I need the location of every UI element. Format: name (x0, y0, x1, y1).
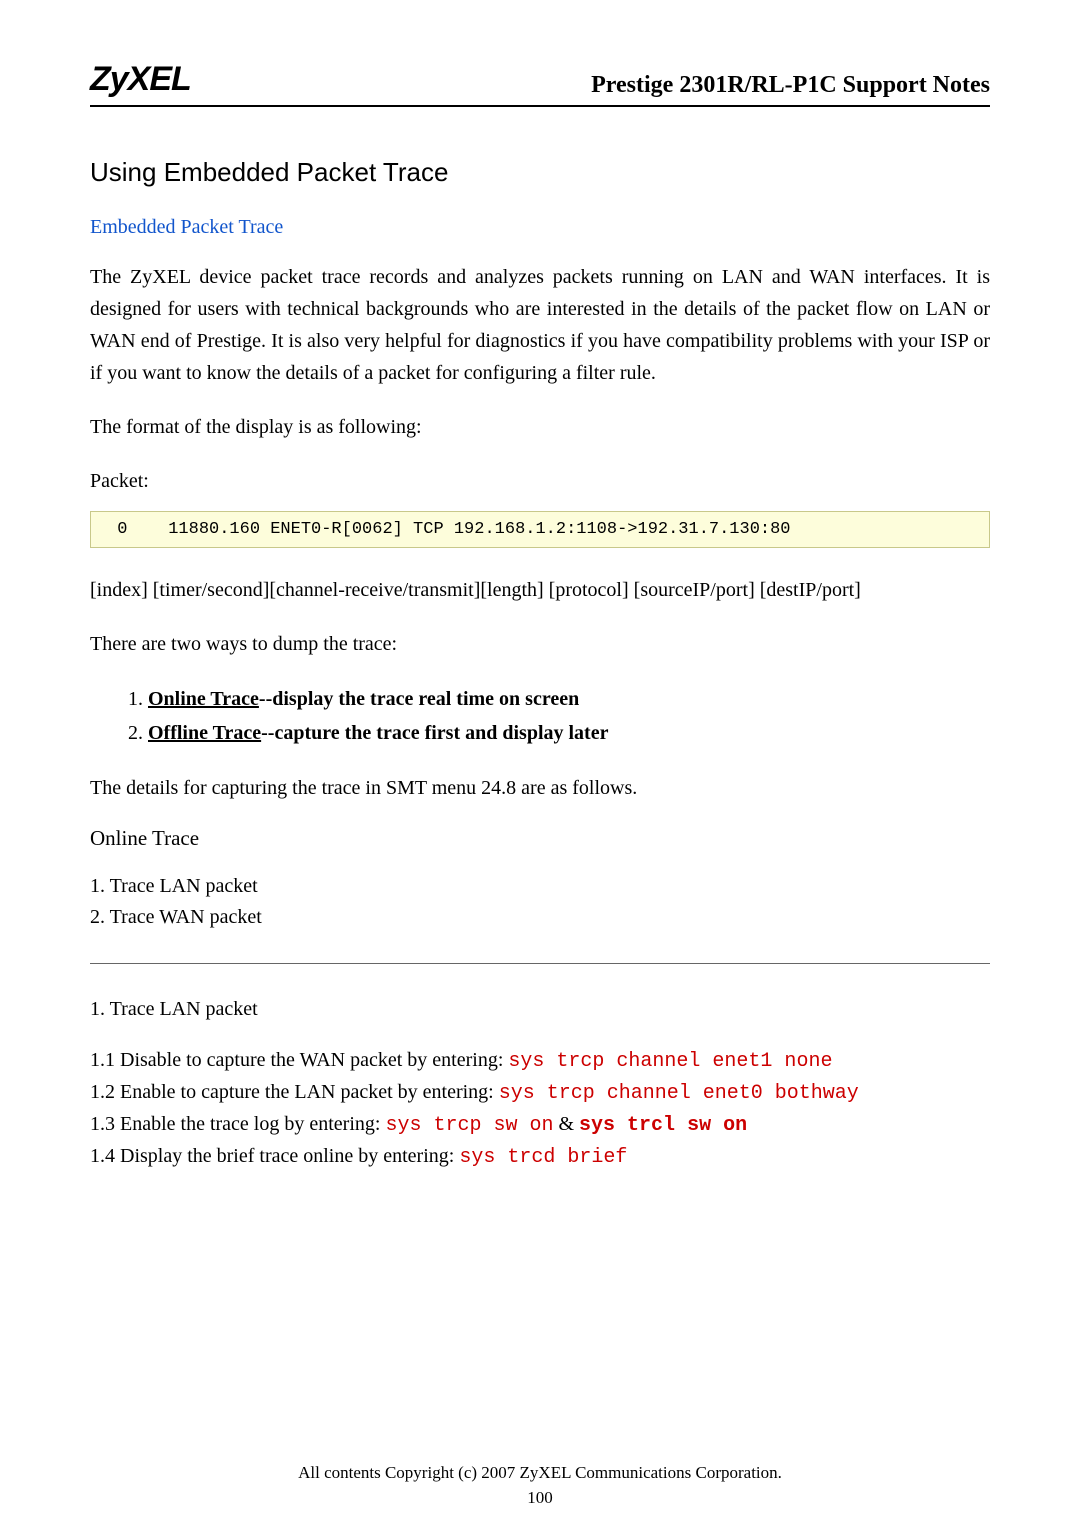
ampersand: & (553, 1113, 579, 1135)
trace-lan-line: 1. Trace LAN packet (90, 871, 990, 902)
step-prefix: 1.3 Enable the trace log by entering: (90, 1113, 385, 1135)
paragraph: The format of the display is as followin… (90, 411, 990, 443)
list-item-text: --display the trace real time on screen (259, 688, 579, 710)
page-header: ZyXEL Prestige 2301R/RL-P1C Support Note… (90, 60, 990, 107)
paragraph: There are two ways to dump the trace: (90, 628, 990, 660)
step-prefix: 1.2 Enable to capture the LAN packet by … (90, 1081, 499, 1103)
document-title: Prestige 2301R/RL-P1C Support Notes (591, 72, 990, 99)
trace-wan-line: 2. Trace WAN packet (90, 902, 990, 933)
subheading-link[interactable]: Embedded Packet Trace (90, 216, 990, 239)
command-text-bold: sys trcl sw on (579, 1114, 747, 1137)
command-text: sys trcd brief (459, 1146, 627, 1169)
offline-trace-link[interactable]: Offline Trace (148, 722, 261, 744)
step-line: 1.3 Enable the trace log by entering: sy… (90, 1109, 990, 1141)
command-text: sys trcp sw on (385, 1114, 553, 1137)
step-line: 1.2 Enable to capture the LAN packet by … (90, 1077, 990, 1109)
step-prefix: 1.1 Disable to capture the WAN packet by… (90, 1049, 508, 1071)
logo: ZyXEL (90, 60, 191, 99)
online-trace-heading: Online Trace (90, 826, 990, 851)
paragraph: The details for capturing the trace in S… (90, 772, 990, 804)
list-item-text: --capture the trace first and display la… (261, 722, 608, 744)
step-line: 1.4 Display the brief trace online by en… (90, 1141, 990, 1173)
trace-lan-heading: 1. Trace LAN packet (90, 994, 990, 1025)
online-trace-link[interactable]: Online Trace (148, 688, 259, 710)
list-item: Online Trace--display the trace real tim… (148, 682, 990, 716)
trace-options-list: Online Trace--display the trace real tim… (148, 682, 990, 750)
command-text: sys trcp channel enet1 none (508, 1050, 832, 1073)
step-line: 1.1 Disable to capture the WAN packet by… (90, 1045, 990, 1077)
copyright-footer: All contents Copyright (c) 2007 ZyXEL Co… (0, 1463, 1080, 1483)
code-sample: 0 11880.160 ENET0-R[0062] TCP 192.168.1.… (90, 511, 990, 548)
paragraph: The ZyXEL device packet trace records an… (90, 261, 990, 389)
step-prefix: 1.4 Display the brief trace online by en… (90, 1145, 459, 1167)
command-text: sys trcp channel enet0 bothway (499, 1082, 859, 1105)
section-heading: Using Embedded Packet Trace (90, 157, 990, 188)
list-item: Offline Trace--capture the trace first a… (148, 716, 990, 750)
packet-label: Packet: (90, 465, 990, 497)
divider (90, 963, 990, 964)
page-number: 100 (0, 1488, 1080, 1508)
schema-line: [index] [timer/second][channel-receive/t… (90, 574, 990, 606)
